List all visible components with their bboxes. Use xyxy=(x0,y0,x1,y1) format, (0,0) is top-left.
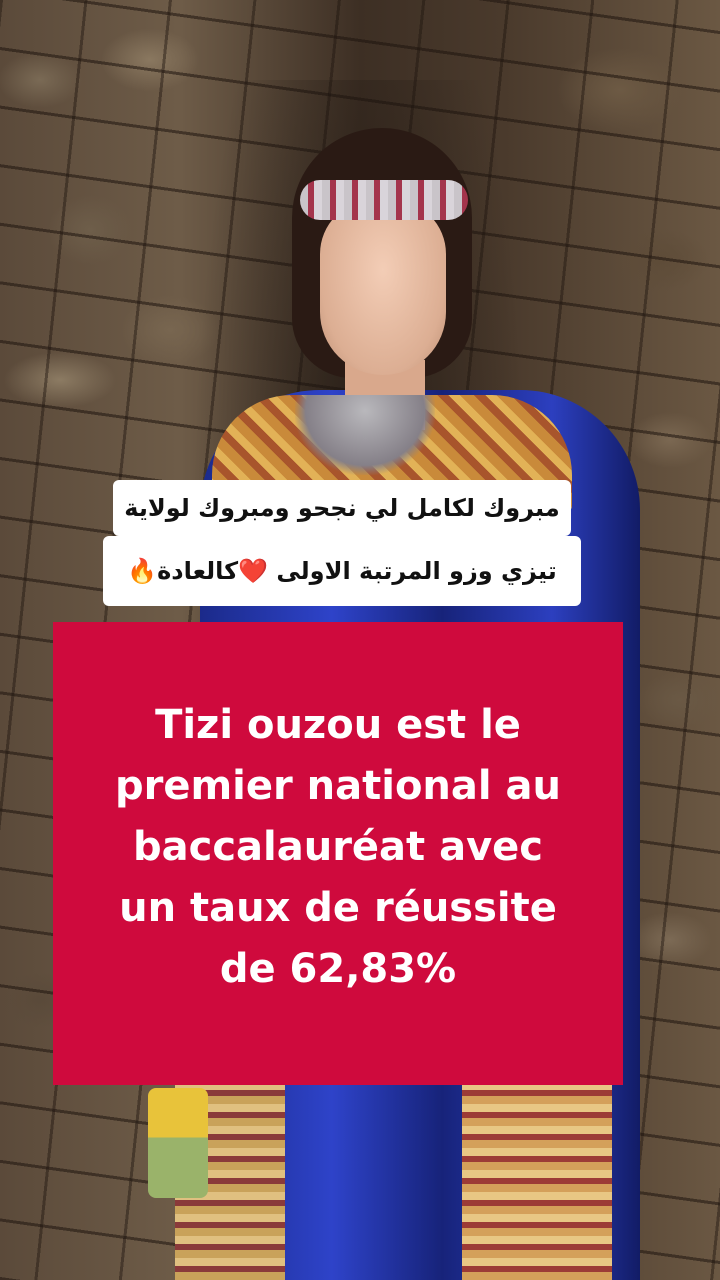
banner-line-3: baccalauréat avec xyxy=(132,824,544,870)
belt-tassels xyxy=(148,1088,208,1198)
banner-line-5: de 62,83% xyxy=(219,946,457,992)
skirt-band-right xyxy=(462,1085,612,1280)
jewelled-headband xyxy=(300,180,468,220)
face xyxy=(320,200,446,375)
banner-line-4: un taux de réussite xyxy=(119,885,557,931)
banner-line-1: Tizi ouzou est le xyxy=(155,702,521,748)
silver-necklace xyxy=(295,395,435,475)
caption-line-2: تيزي وزو المرتبة الاولى ❤️كالعادة🔥 xyxy=(103,536,581,606)
red-banner: Tizi ouzou est le premier national au ba… xyxy=(53,622,623,1085)
banner-text: Tizi ouzou est le premier national au ba… xyxy=(68,695,608,1000)
banner-line-2: premier national au xyxy=(114,763,561,809)
caption-line-1: مبروك لكامل لي نجحو ومبروك لولاية xyxy=(113,480,571,536)
